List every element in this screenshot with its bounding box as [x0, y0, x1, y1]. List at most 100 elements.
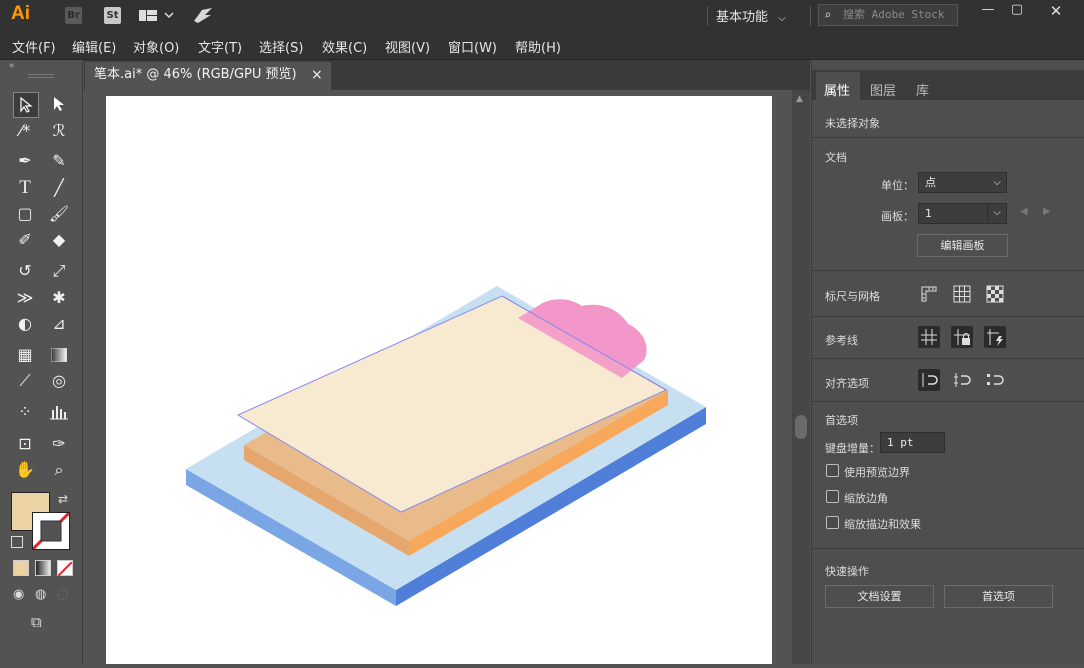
stock-search-input[interactable]: ⌕ 搜索 Adobe Stock — [818, 4, 958, 26]
artboard[interactable] — [106, 96, 772, 664]
smart-guides-icon[interactable] — [984, 326, 1006, 348]
panel-grip[interactable] — [28, 74, 54, 78]
document-tab[interactable]: 笔本.ai* @ 46% (RGB/GPU 预览) × — [85, 62, 331, 90]
lasso-tool-icon[interactable]: ℛ — [47, 119, 71, 143]
eraser-icon[interactable]: ◆ — [47, 228, 71, 252]
align-to-pixel-icon[interactable] — [918, 369, 940, 391]
restore-button[interactable]: ▢ — [1004, 2, 1030, 20]
screen-mode-icon[interactable]: ⧉ — [31, 613, 42, 631]
menu-file[interactable]: 文件(F) — [12, 37, 56, 56]
menu-select[interactable]: 选择(S) — [259, 37, 303, 56]
align-center-icon[interactable] — [951, 369, 973, 391]
ruler-icon[interactable] — [918, 283, 940, 305]
grid-icon[interactable] — [951, 283, 973, 305]
menu-bar: 文件(F) 编辑(E) 对象(O) 文字(T) 选择(S) 效果(C) 视图(V… — [0, 31, 1084, 60]
shaper-tool-icon[interactable]: ✐ — [13, 228, 37, 252]
align-edge-icon[interactable] — [984, 369, 1006, 391]
scrollbar-thumb[interactable] — [795, 415, 807, 439]
shape-builder-icon[interactable]: ◐ — [13, 312, 37, 336]
divider — [812, 548, 1084, 549]
slice-tool-icon[interactable]: ✑ — [47, 432, 71, 456]
curvature-tool-icon[interactable]: ✎ — [47, 149, 71, 173]
menu-type[interactable]: 文字(T) — [198, 37, 242, 56]
scale-strokes-label: 缩放描边和效果 — [844, 518, 921, 531]
document-setup-button[interactable]: 文档设置 — [825, 585, 934, 608]
width-tool-icon[interactable]: ≫ — [13, 286, 37, 310]
color-mode-icon[interactable] — [13, 560, 29, 576]
default-colors-icon[interactable] — [11, 536, 23, 548]
divider — [812, 316, 1084, 317]
arrange-documents-icon[interactable] — [139, 8, 179, 28]
separator — [707, 6, 708, 26]
swap-colors-icon[interactable]: ⇄ — [58, 492, 68, 506]
tab-libraries[interactable]: 库 — [916, 80, 929, 99]
preview-bounds-checkbox[interactable] — [826, 464, 839, 477]
pen-tool-icon[interactable]: ✒ — [13, 149, 37, 173]
units-dropdown[interactable]: 点 ⌵ — [918, 172, 1007, 193]
next-artboard-icon[interactable]: ▶ — [1043, 206, 1051, 217]
scale-strokes-checkbox[interactable] — [826, 516, 839, 529]
collapse-panel-icon[interactable]: « — [9, 61, 15, 71]
menu-effect[interactable]: 效果(C) — [322, 37, 367, 56]
units-value: 点 — [925, 176, 936, 189]
selection-tool-icon[interactable] — [13, 92, 39, 118]
properties-panel: 属性 图层 库 未选择对象 文档 单位： 点 ⌵ 画板： 1 ⌵ ◀ ▶ 编辑画… — [811, 60, 1084, 664]
preferences-button[interactable]: 首选项 — [944, 585, 1053, 608]
draw-normal-icon[interactable]: ◉ — [13, 587, 24, 602]
tab-properties[interactable]: 属性 — [824, 80, 850, 99]
edit-artboards-button[interactable]: 编辑画板 — [917, 234, 1008, 257]
previous-artboard-icon[interactable]: ◀ — [1020, 206, 1028, 217]
close-tab-icon[interactable]: × — [311, 62, 323, 88]
transparency-grid-icon[interactable] — [984, 283, 1006, 305]
zoom-tool-icon[interactable]: ⌕ — [47, 458, 71, 482]
quick-actions-title: 快速操作 — [825, 565, 869, 578]
keyboard-increment-input[interactable]: 1 pt — [880, 432, 945, 453]
guides-label: 参考线 — [825, 334, 858, 347]
stroke-swatch[interactable] — [31, 511, 71, 551]
scale-tool-icon[interactable]: ⤢ — [47, 259, 71, 283]
scale-corners-label: 缩放边角 — [844, 492, 888, 505]
draw-behind-icon[interactable]: ◍ — [35, 587, 46, 602]
type-tool-icon[interactable]: T — [13, 176, 37, 200]
menu-object[interactable]: 对象(O) — [133, 37, 179, 56]
close-window-button[interactable]: ✕ — [1043, 2, 1069, 20]
show-guides-icon[interactable] — [918, 326, 940, 348]
menu-window[interactable]: 窗口(W) — [448, 37, 497, 56]
mesh-tool-icon[interactable]: ▦ — [13, 343, 37, 367]
artboard-dropdown[interactable]: 1 ⌵ — [918, 203, 1007, 224]
artboard-tool-icon[interactable]: ⊡ — [13, 432, 37, 456]
gpu-performance-icon[interactable] — [192, 6, 214, 28]
puppet-warp-icon[interactable]: ✱ — [47, 286, 71, 310]
symbol-sprayer-icon[interactable]: ⁘ — [13, 400, 37, 424]
menu-help[interactable]: 帮助(H) — [515, 37, 561, 56]
scale-corners-checkbox[interactable] — [826, 490, 839, 503]
workspace-switcher[interactable]: 基本功能 ⌵ — [716, 6, 786, 25]
paintbrush-icon[interactable]: 🖌 — [47, 202, 71, 226]
bridge-icon[interactable]: Br — [65, 7, 82, 24]
draw-inside-icon[interactable]: ◌ — [57, 587, 68, 602]
rotate-tool-icon[interactable]: ↺ — [13, 259, 37, 283]
rectangle-tool-icon[interactable]: ▢ — [13, 202, 37, 226]
none-mode-icon[interactable] — [57, 560, 73, 577]
magic-wand-icon[interactable]: ⁄* — [13, 119, 37, 143]
scroll-up-icon[interactable]: ▲ — [796, 94, 803, 104]
lock-guides-icon[interactable] — [951, 326, 973, 348]
chevron-down-icon: ⌵ — [987, 203, 1006, 222]
vertical-scrollbar[interactable]: ▲ — [792, 90, 810, 664]
tab-layers[interactable]: 图层 — [870, 80, 896, 99]
eyedropper-icon[interactable]: ⟋ — [13, 369, 37, 393]
gradient-mode-icon[interactable] — [35, 560, 51, 576]
document-tab-label: 笔本.ai* @ 46% (RGB/GPU 预览) — [94, 67, 297, 82]
gradient-tool-icon[interactable] — [47, 343, 71, 367]
menu-edit[interactable]: 编辑(E) — [72, 37, 116, 56]
perspective-grid-icon[interactable]: ⊿ — [47, 312, 71, 336]
minimize-button[interactable]: — — [975, 2, 1001, 20]
stock-icon[interactable]: St — [104, 7, 121, 24]
keyboard-increment-label: 键盘增量： — [825, 442, 880, 455]
column-graph-icon[interactable] — [47, 400, 71, 424]
menu-view[interactable]: 视图(V) — [385, 37, 430, 56]
direct-selection-tool-icon[interactable] — [47, 92, 71, 116]
hand-tool-icon[interactable]: ✋ — [13, 458, 37, 482]
line-tool-icon[interactable]: ╱ — [47, 176, 71, 200]
blend-tool-icon[interactable]: ◎ — [47, 369, 71, 393]
